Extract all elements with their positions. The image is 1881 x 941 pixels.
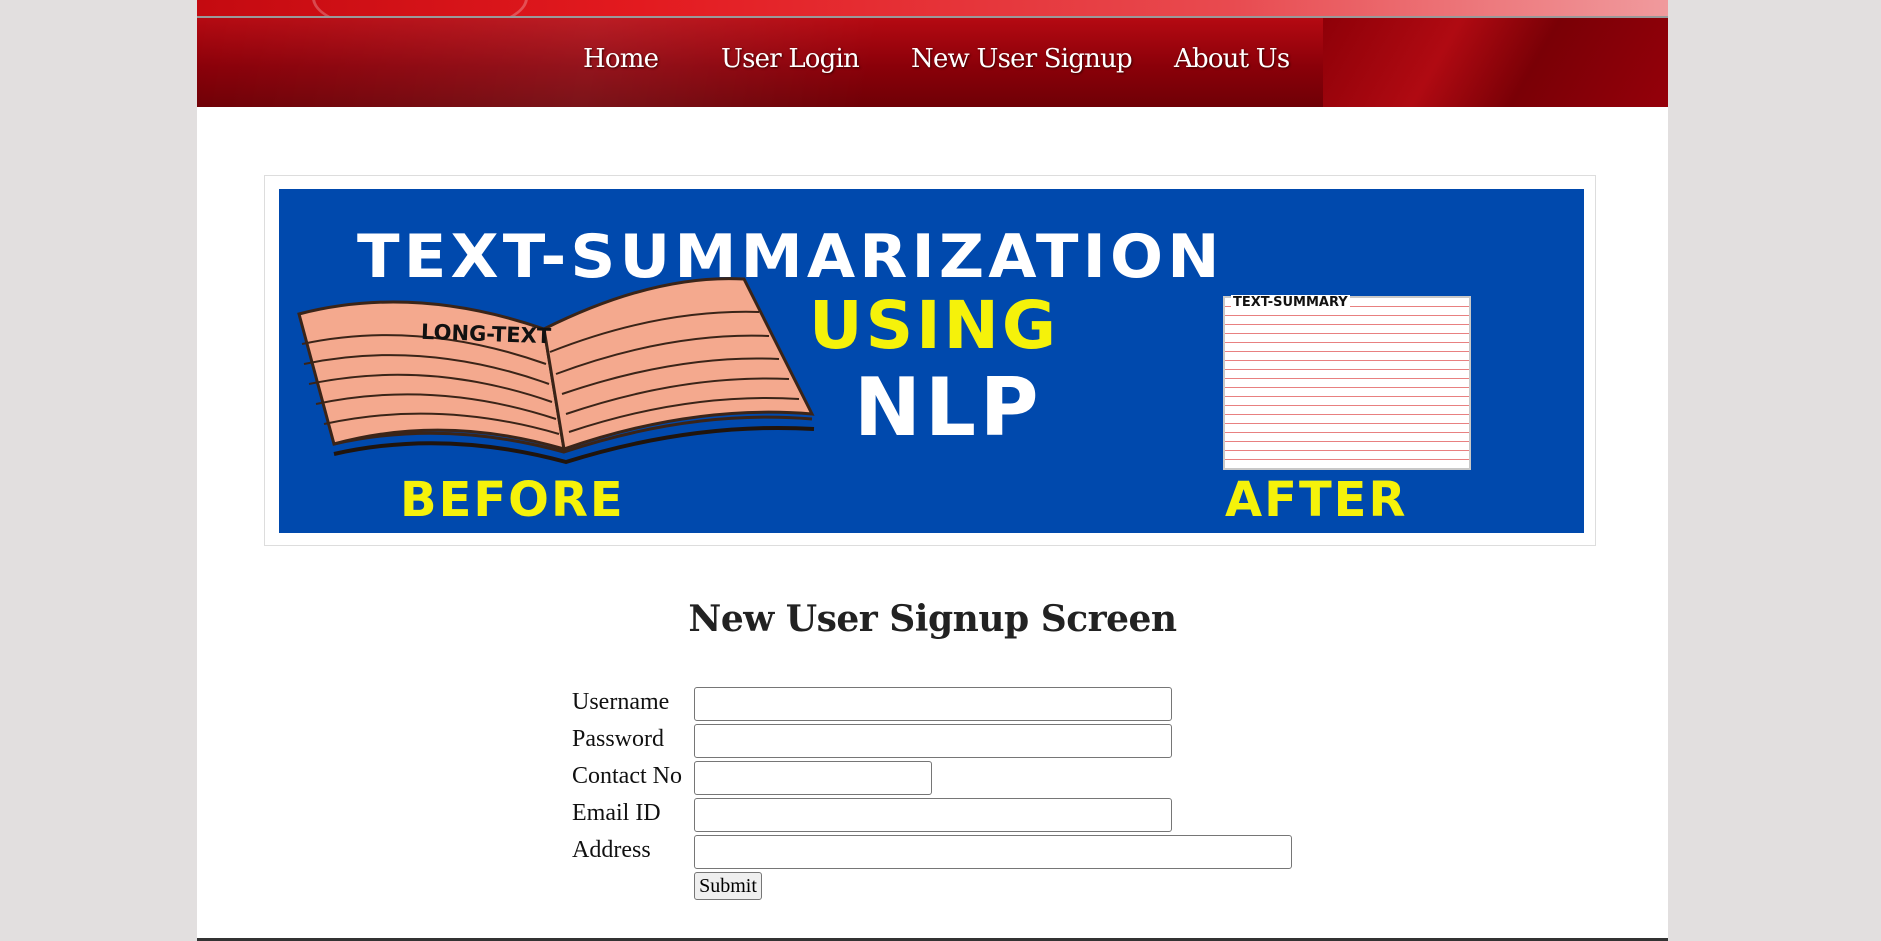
banner-using-text: USING [809,287,1060,364]
email-id-input[interactable] [694,798,1172,832]
submit-button[interactable]: Submit [694,872,762,900]
email-id-label: Email ID [572,800,661,826]
signup-form-title: New User Signup Screen [688,598,1177,640]
nav-menu: Home User Login New User Signup About Us [197,18,1668,107]
banner-before-text: BEFORE [400,472,625,528]
nav-about-us-link[interactable]: About Us [1174,44,1290,74]
summary-page-icon [1223,296,1471,470]
page-container: Home User Login New User Signup About Us… [197,0,1668,941]
address-label: Address [572,837,651,863]
banner-after-text: AFTER [1225,472,1408,528]
banner-nlp-text: NLP [854,361,1043,454]
nav-user-login-link[interactable]: User Login [721,44,860,74]
address-input[interactable] [694,835,1292,869]
banner-image: TEXT-SUMMARIZATION LONG-TEXT USING NLP T… [279,189,1584,533]
header-top-strip [197,0,1668,36]
password-input[interactable] [694,724,1172,758]
username-input[interactable] [694,687,1172,721]
book-label: LONG-TEXT [420,319,552,349]
contact-no-label: Contact No [572,763,682,789]
contact-no-input[interactable] [694,761,932,795]
open-book-icon [297,277,815,465]
nav-new-user-signup-link[interactable]: New User Signup [911,44,1133,74]
nav-home-link[interactable]: Home [583,44,659,74]
summary-label: TEXT-SUMMARY [1231,295,1350,310]
username-label: Username [572,689,670,715]
password-label: Password [572,726,665,752]
nav-bar: Home User Login New User Signup About Us [197,18,1668,107]
